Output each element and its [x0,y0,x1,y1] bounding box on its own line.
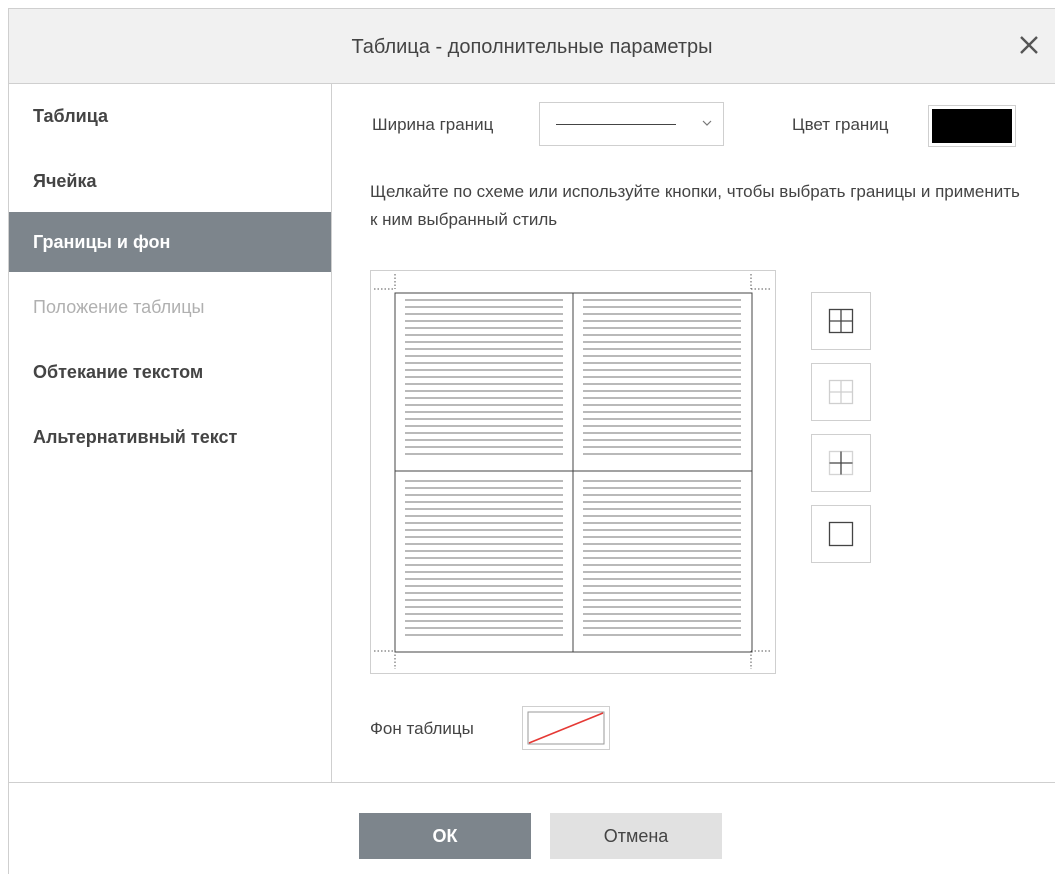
chevron-down-icon [702,120,712,126]
table-advanced-settings-dialog: Таблица - дополнительные параметры Табли… [0,0,1055,874]
sidebar-item-table[interactable]: Таблица [9,86,331,146]
sidebar-item-label: Альтернативный текст [33,427,238,447]
dialog-footer: ОК Отмена [8,782,1055,874]
border-width-select[interactable] [539,102,724,146]
dialog-body: Таблица Ячейка Границы и фон Положение т… [8,84,1055,782]
all-borders-icon [828,308,854,334]
dialog-header: Таблица - дополнительные параметры [8,8,1055,84]
all-borders-button[interactable] [811,292,871,350]
border-color-button[interactable] [928,105,1016,147]
border-width-label: Ширина границ [372,115,494,134]
sidebar-item-label: Обтекание текстом [33,362,204,382]
border-width-line-preview [556,124,676,125]
table-background-label: Фон таблицы [370,719,474,738]
cancel-button[interactable]: Отмена [550,813,722,859]
border-color-swatch [932,109,1012,143]
no-fill-icon [527,711,605,745]
sidebar-item-label: Границы и фон [33,232,171,252]
dialog-title: Таблица - дополнительные параметры [351,36,713,58]
sidebar-item-cell[interactable]: Ячейка [9,151,331,211]
borders-preview-diagram[interactable] [371,271,775,673]
sidebar-item-borders-background[interactable]: Границы и фон [9,212,331,272]
sidebar-item-alt-text[interactable]: Альтернативный текст [9,407,331,467]
border-color-label: Цвет границ [792,115,889,134]
borders-preview[interactable] [370,270,776,674]
sidebar-item-text-wrapping[interactable]: Обтекание текстом [9,342,331,402]
outer-borders-button[interactable] [811,505,871,563]
sidebar-item-table-position: Положение таблицы [9,277,331,337]
borders-description: Щелкайте по схеме или используйте кнопки… [370,182,1020,229]
outer-borders-icon [828,521,854,547]
corner-guide [374,650,396,669]
ok-button[interactable]: ОК [359,813,531,859]
corner-guide [374,274,396,290]
close-button[interactable] [1011,27,1047,63]
inner-borders-icon [828,450,854,476]
no-borders-icon [828,379,854,405]
inner-borders-button[interactable] [811,434,871,492]
sidebar-item-label: Ячейка [33,171,97,191]
borders-background-panel: Ширина границ Цвет границ Щелкайте по сх… [332,84,1055,782]
no-borders-button[interactable] [811,363,871,421]
table-background-color-button[interactable] [522,706,610,750]
settings-sidebar: Таблица Ячейка Границы и фон Положение т… [9,84,332,782]
corner-guide [750,650,772,669]
sidebar-item-label: Таблица [33,106,109,126]
corner-guide [750,274,772,290]
close-icon [1020,36,1038,54]
sidebar-item-label: Положение таблицы [33,297,205,317]
